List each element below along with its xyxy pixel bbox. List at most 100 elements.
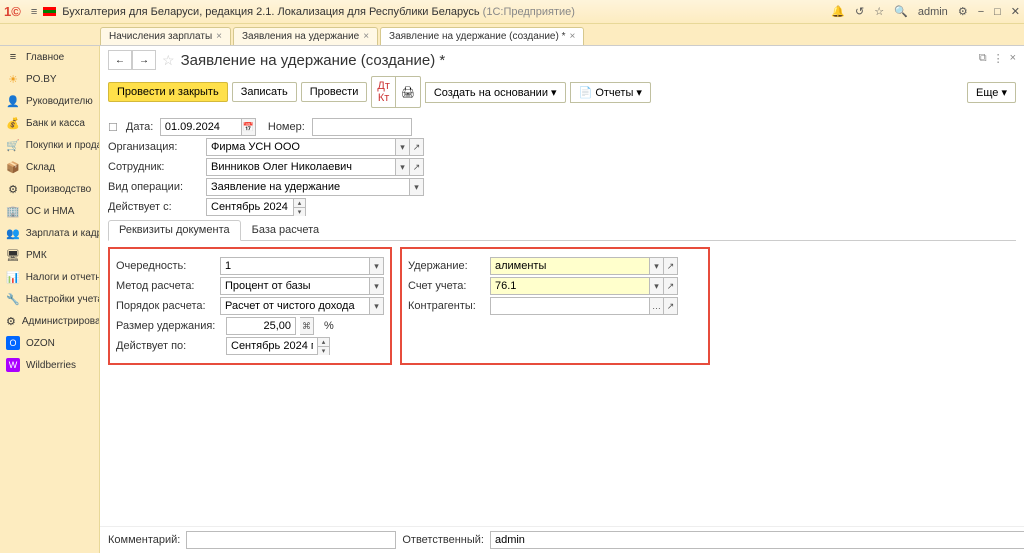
chevron-down-icon[interactable]: ▾: [396, 138, 410, 156]
method-label: Метод расчета:: [116, 280, 216, 292]
menu-icon[interactable]: ≡: [31, 6, 37, 18]
calendar-icon[interactable]: 📅: [242, 118, 256, 136]
star-icon[interactable]: ☆: [874, 5, 884, 18]
comment-input[interactable]: [186, 531, 396, 549]
organization-input[interactable]: [206, 138, 396, 156]
order-input[interactable]: [220, 257, 370, 275]
close-icon[interactable]: ×: [216, 31, 222, 42]
tab-deductions-list[interactable]: Заявления на удержание ×: [233, 27, 378, 45]
responsible-input[interactable]: [490, 531, 1024, 549]
close-icon[interactable]: ×: [570, 31, 576, 42]
spin-up-icon[interactable]: ▴: [294, 199, 305, 208]
sidebar-item-poby[interactable]: ☀ PO.BY: [0, 68, 99, 90]
tab-payroll[interactable]: Начисления зарплаты ×: [100, 27, 231, 45]
sidebar-item-manager[interactable]: 👤Руководителю: [0, 90, 99, 112]
size-input[interactable]: [226, 317, 296, 335]
close-icon[interactable]: ×: [363, 31, 369, 42]
date-input[interactable]: [160, 118, 242, 136]
chevron-down-icon[interactable]: ▾: [650, 257, 664, 275]
chevron-down-icon: ▾: [636, 87, 642, 99]
sidebar-item-wb[interactable]: WWildberries: [0, 354, 99, 376]
user-label[interactable]: admin: [918, 6, 948, 18]
chevron-down-icon[interactable]: ▾: [370, 277, 384, 295]
close-window-icon[interactable]: ✕: [1011, 5, 1020, 18]
menu-dots-icon[interactable]: ⋮: [993, 52, 1004, 65]
open-icon[interactable]: ↗: [664, 297, 678, 315]
requisites-panel-right: Удержание: ▾ ↗ Счет учета: ▾ ↗: [400, 247, 710, 365]
sidebar-item-sales[interactable]: 🛒Покупки и продажи: [0, 134, 99, 156]
sidebar-item-settings[interactable]: 🔧Настройки учета: [0, 288, 99, 310]
effective-from-input[interactable]: [206, 198, 294, 216]
chevron-down-icon[interactable]: ▾: [650, 277, 664, 295]
operation-input[interactable]: [206, 178, 410, 196]
sidebar-item-salary[interactable]: 👥Зарплата и кадры: [0, 222, 99, 244]
more-button[interactable]: Еще ▾: [967, 82, 1016, 103]
sidebar-item-rmk[interactable]: 🖥РМК: [0, 244, 99, 266]
settings-icon[interactable]: ⚙: [958, 5, 968, 18]
sun-icon: ☀: [6, 72, 20, 86]
sidebar-item-admin[interactable]: ⚙Администрирование: [0, 310, 99, 332]
chevron-down-icon[interactable]: ▾: [410, 178, 424, 196]
chevron-down-icon[interactable]: ▾: [396, 158, 410, 176]
favorite-star-icon[interactable]: ☆: [162, 52, 175, 69]
sidebar-item-warehouse[interactable]: 📦Склад: [0, 156, 99, 178]
app-logo-icon: 1©: [4, 4, 21, 19]
post-and-close-button[interactable]: Провести и закрыть: [108, 82, 228, 102]
tab-deduction-create[interactable]: Заявление на удержание (создание) * ×: [380, 27, 584, 45]
minimize-icon[interactable]: −: [978, 6, 984, 18]
open-icon[interactable]: ↗: [410, 158, 424, 176]
post-button[interactable]: Провести: [301, 82, 368, 102]
sidebar-item-production[interactable]: ⚙Производство: [0, 178, 99, 200]
bell-icon[interactable]: 🔔: [831, 5, 845, 18]
contragents-input[interactable]: [490, 297, 650, 315]
open-icon[interactable]: ↗: [664, 257, 678, 275]
account-input[interactable]: [490, 277, 650, 295]
open-icon[interactable]: ↗: [410, 138, 424, 156]
spin-up-icon[interactable]: ▴: [318, 338, 329, 347]
write-button[interactable]: Записать: [232, 82, 297, 102]
sidebar-label: Зарплата и кадры: [26, 228, 100, 239]
flag-icon: [43, 7, 56, 16]
maximize-icon[interactable]: □: [994, 6, 1001, 18]
history-icon[interactable]: ↺: [855, 5, 864, 18]
sidebar-item-bank[interactable]: 💰Банк и касса: [0, 112, 99, 134]
calculator-icon[interactable]: ⌘: [300, 317, 314, 335]
deduction-input[interactable]: [490, 257, 650, 275]
chevron-down-icon[interactable]: ▾: [370, 257, 384, 275]
list-icon: ≡: [6, 50, 20, 64]
debit-credit-button[interactable]: ДтКт: [371, 76, 396, 108]
subtab-base[interactable]: База расчета: [241, 220, 331, 240]
until-input[interactable]: [226, 337, 318, 355]
tabs-bar: Начисления зарплаты × Заявления на удерж…: [0, 24, 1024, 46]
account-label: Счет учета:: [408, 280, 486, 292]
until-label: Действует по:: [116, 340, 222, 352]
number-input[interactable]: [312, 118, 412, 136]
sidebar-label: PO.BY: [26, 74, 57, 85]
search-icon[interactable]: 🔍: [894, 5, 908, 18]
forward-button[interactable]: →: [132, 50, 156, 70]
create-based-button[interactable]: Создать на основании ▾: [425, 82, 566, 103]
tab-label: Начисления зарплаты: [109, 31, 212, 42]
sidebar-label: Главное: [26, 52, 64, 63]
ellipsis-icon[interactable]: …: [650, 297, 664, 315]
sidebar-item-ozon[interactable]: OOZON: [0, 332, 99, 354]
sidebar-item-taxes[interactable]: 📊Налоги и отчетность: [0, 266, 99, 288]
content-area: ⧉ ⋮ × ← → ☆ Заявление на удержание (созд…: [100, 46, 1024, 553]
spin-down-icon[interactable]: ▾: [294, 208, 305, 216]
month-spinner[interactable]: ▴▾: [318, 337, 330, 355]
month-spinner[interactable]: ▴▾: [294, 198, 306, 216]
close-icon[interactable]: ×: [1010, 52, 1016, 65]
calc-order-input[interactable]: [220, 297, 370, 315]
external-link-icon[interactable]: ⧉: [979, 52, 987, 65]
spin-down-icon[interactable]: ▾: [318, 347, 329, 355]
subtab-requisites[interactable]: Реквизиты документа: [108, 220, 241, 241]
sidebar-item-assets[interactable]: 🏢ОС и НМА: [0, 200, 99, 222]
method-input[interactable]: [220, 277, 370, 295]
chevron-down-icon[interactable]: ▾: [370, 297, 384, 315]
open-icon[interactable]: ↗: [664, 277, 678, 295]
reports-button[interactable]: 📄 Отчеты ▾: [570, 82, 651, 103]
sidebar-item-main[interactable]: ≡ Главное: [0, 46, 99, 68]
back-button[interactable]: ←: [108, 50, 132, 70]
print-button[interactable]: 🖨: [395, 76, 421, 108]
employee-input[interactable]: [206, 158, 396, 176]
